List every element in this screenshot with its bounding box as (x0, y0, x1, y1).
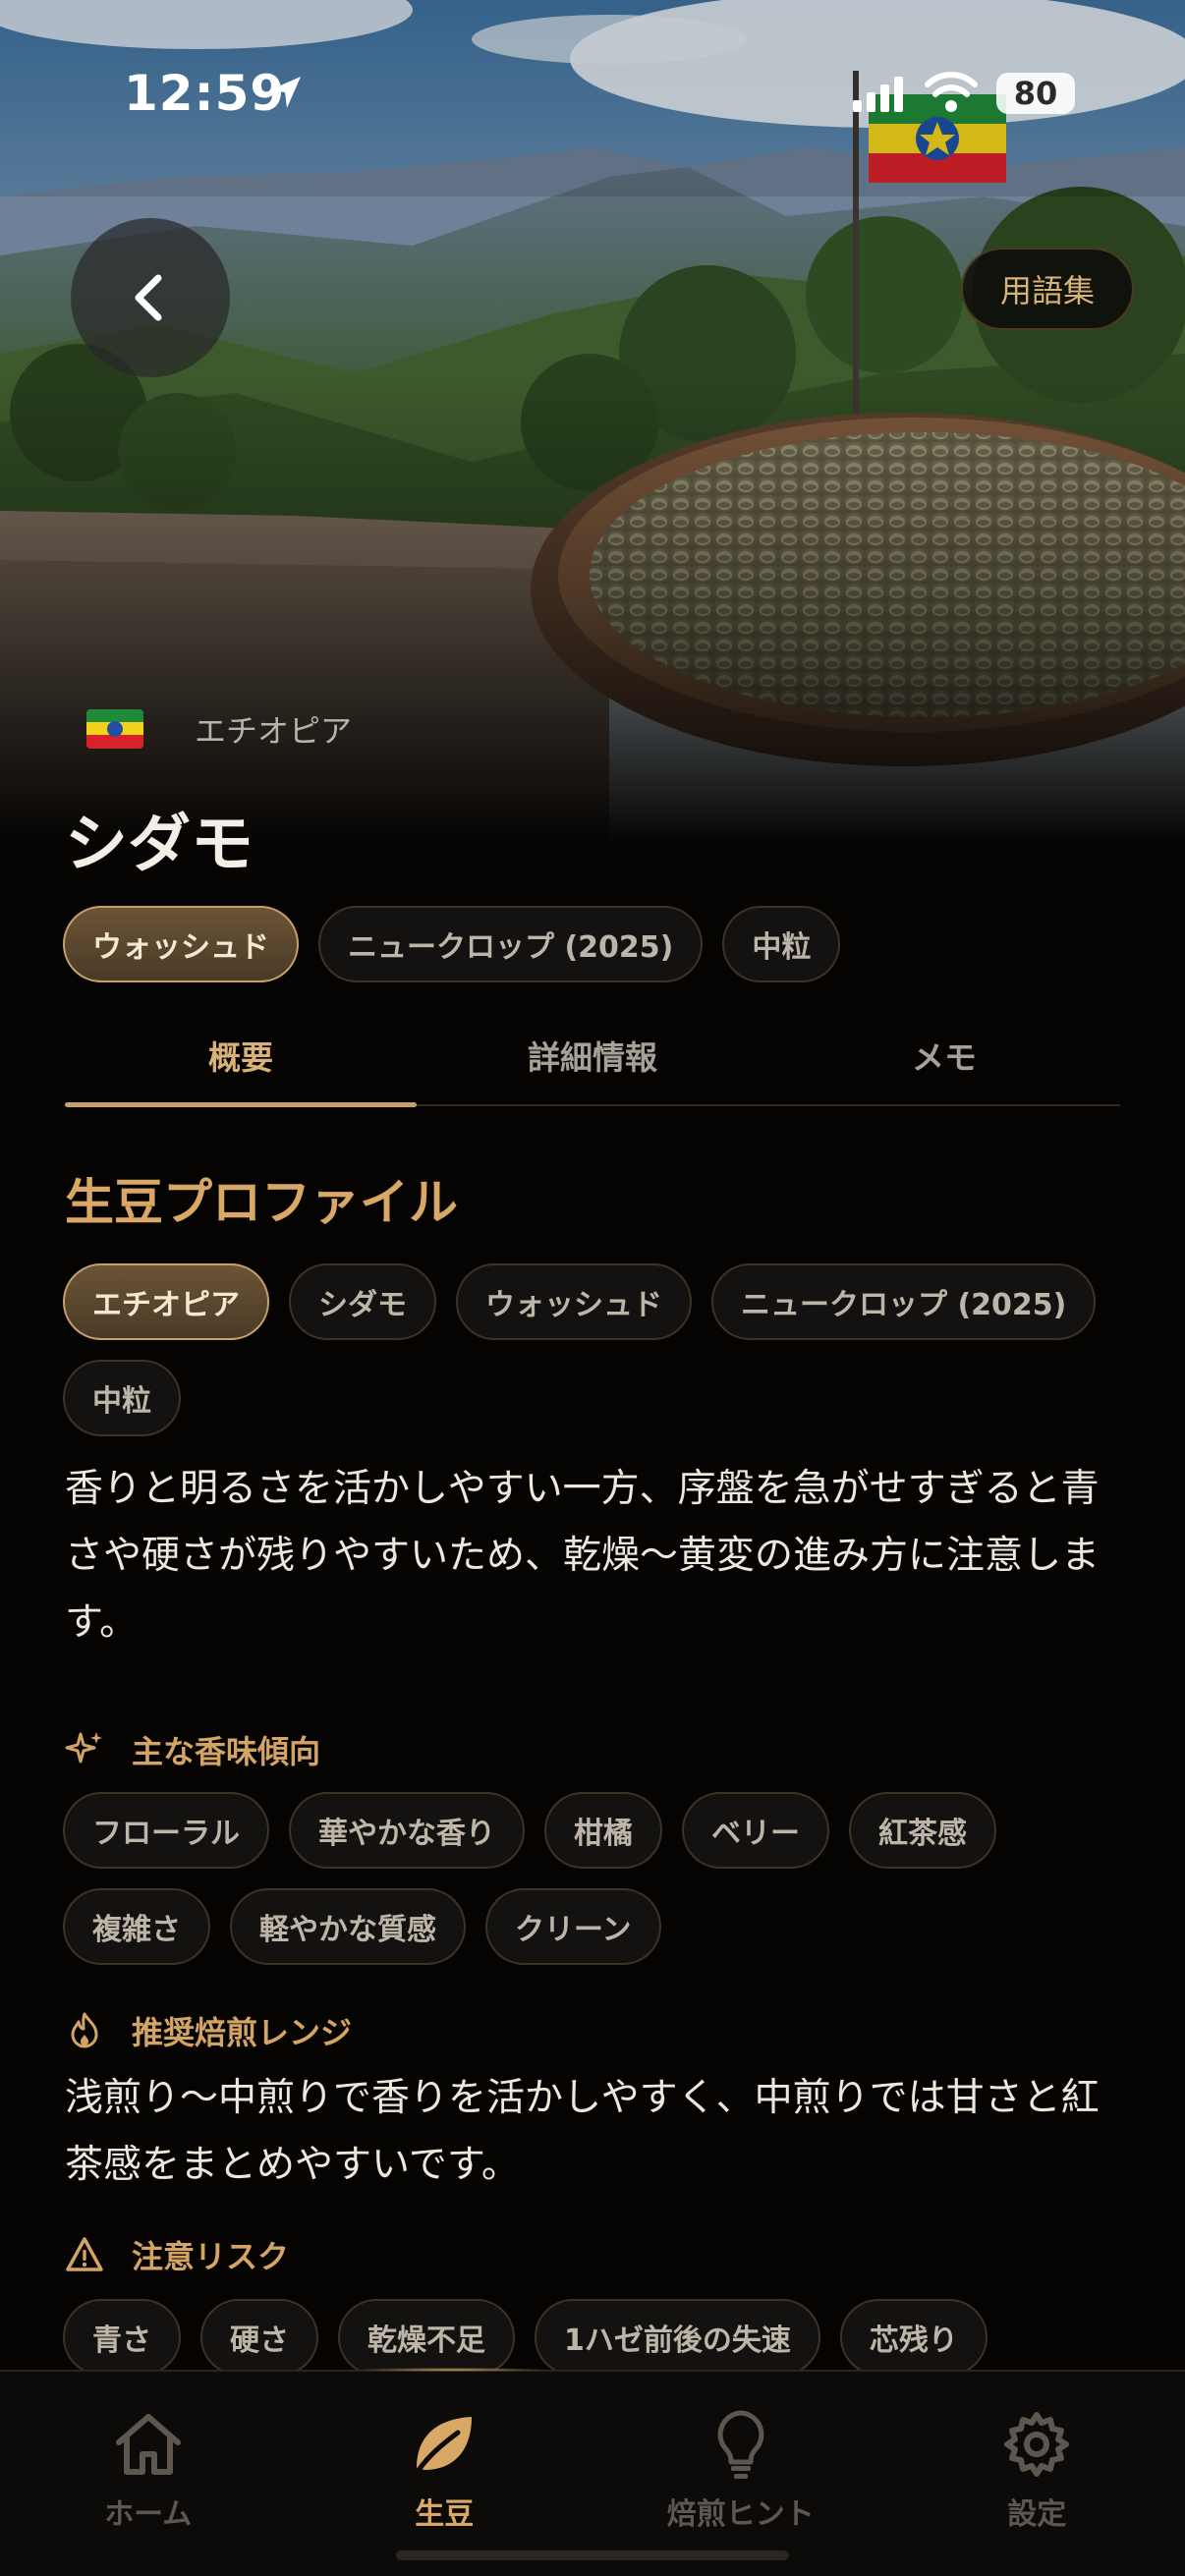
flavor-tag: フローラル (63, 1792, 269, 1869)
profile-tag: 中粒 (63, 1360, 181, 1436)
nav-home[interactable]: ホーム (0, 2372, 297, 2576)
bean-tag-size: 中粒 (722, 906, 841, 982)
profile-tag: エチオピア (63, 1263, 269, 1340)
nav-roast-tips-label: 焙煎ヒント (666, 2497, 815, 2532)
risk-tag: 硬さ (200, 2299, 318, 2376)
tab-overview[interactable]: 概要 (65, 1012, 417, 1107)
profile-tag-row: エチオピア シダモ ウォッシュド ニュークロップ (2025) 中粒 (63, 1263, 1124, 1436)
location-arrow-icon (269, 77, 301, 108)
flavor-tag: 軽やかな質感 (230, 1888, 466, 1965)
tab-bar: 概要 詳細情報 メモ (65, 1012, 1120, 1107)
risk-heading-label: 注意リスク (132, 2238, 290, 2275)
nav-settings-label: 設定 (1007, 2497, 1067, 2532)
nav-beans-label: 生豆 (415, 2497, 475, 2532)
battery-indicator: 80 (996, 73, 1075, 114)
leaf-icon (416, 2417, 473, 2473)
roast-heading-label: 推奨焙煎レンジ (132, 2014, 353, 2051)
active-tab-glow (354, 2368, 550, 2372)
flavor-tag: 華やかな香り (289, 1792, 525, 1869)
bean-tag-crop: ニュークロップ (2025) (318, 906, 704, 982)
origin-row: エチオピア (86, 707, 352, 751)
risk-tag: 芯残り (839, 2299, 988, 2376)
bottom-tab-bar: ホーム 生豆 焙煎ヒント 設定 (0, 2370, 1185, 2576)
back-button[interactable] (71, 218, 230, 377)
origin-label: エチオピア (195, 712, 353, 750)
flavor-heading-label: 主な香味傾向 (132, 1733, 321, 1770)
ethiopia-flag-icon (86, 709, 143, 749)
nav-home-label: ホーム (104, 2497, 193, 2532)
tab-memo[interactable]: メモ (768, 1012, 1120, 1104)
risk-tag-row: 青さ 硬さ 乾燥不足 1ハゼ前後の失速 芯残り (63, 2299, 1124, 2376)
profile-title: 生豆プロファイル (65, 1174, 458, 1231)
risk-tag: 乾燥不足 (338, 2299, 515, 2376)
bean-title: シダモ (65, 809, 254, 881)
flavor-heading: 主な香味傾向 (65, 1727, 320, 1772)
profile-tag: シダモ (289, 1263, 436, 1340)
profile-tag: ウォッシュド (456, 1263, 692, 1340)
flavor-tag: ベリー (682, 1792, 829, 1869)
risk-tag: 1ハゼ前後の失速 (535, 2299, 820, 2376)
gear-icon (1004, 2412, 1070, 2477)
status-time: 12:59 (124, 65, 286, 122)
home-icon (115, 2414, 181, 2475)
flavor-tag: 複雑さ (63, 1888, 210, 1965)
lightbulb-icon (717, 2410, 764, 2479)
sparkle-icon (65, 1732, 102, 1764)
chevron-left-icon (135, 274, 162, 321)
bean-tag-process: ウォッシュド (63, 906, 299, 982)
status-bar: 12:59 80 (0, 0, 1185, 196)
profile-tag: ニュークロップ (2025) (711, 1263, 1097, 1340)
nav-settings[interactable]: 設定 (889, 2372, 1185, 2576)
bean-tag-row: ウォッシュド ニュークロップ (2025) 中粒 (63, 906, 1124, 982)
roast-text: 浅煎り〜中煎りで香りを活かしやすく、中煎りでは甘さと紅茶感をまとめやすいです。 (65, 2076, 1100, 2187)
nav-beans[interactable]: 生豆 (297, 2372, 593, 2576)
home-indicator (396, 2550, 789, 2560)
glossary-button[interactable]: 用語集 (961, 248, 1134, 330)
risk-tag: 青さ (63, 2299, 181, 2376)
risk-heading: 注意リスク (65, 2232, 289, 2277)
wifi-icon (925, 72, 978, 112)
flavor-tag: クリーン (485, 1888, 661, 1965)
roast-heading: 推奨焙煎レンジ (65, 2008, 352, 2053)
tab-details[interactable]: 詳細情報 (417, 1012, 768, 1104)
flame-icon (71, 2012, 98, 2048)
warning-icon (66, 2237, 103, 2271)
flavor-tag: 紅茶感 (849, 1792, 996, 1869)
profile-description: 香りと明るさを活かしやすい一方、序盤を急がせすぎると青さや硬さが残りやすいため、… (65, 1467, 1100, 1645)
cellular-signal-icon (853, 77, 903, 112)
flavor-tag-row: フローラル 華やかな香り 柑橘 ベリー 紅茶感 複雑さ 軽やかな質感 クリーン (63, 1792, 1124, 1965)
flavor-tag: 柑橘 (544, 1792, 662, 1869)
nav-roast-tips[interactable]: 焙煎ヒント (592, 2372, 889, 2576)
